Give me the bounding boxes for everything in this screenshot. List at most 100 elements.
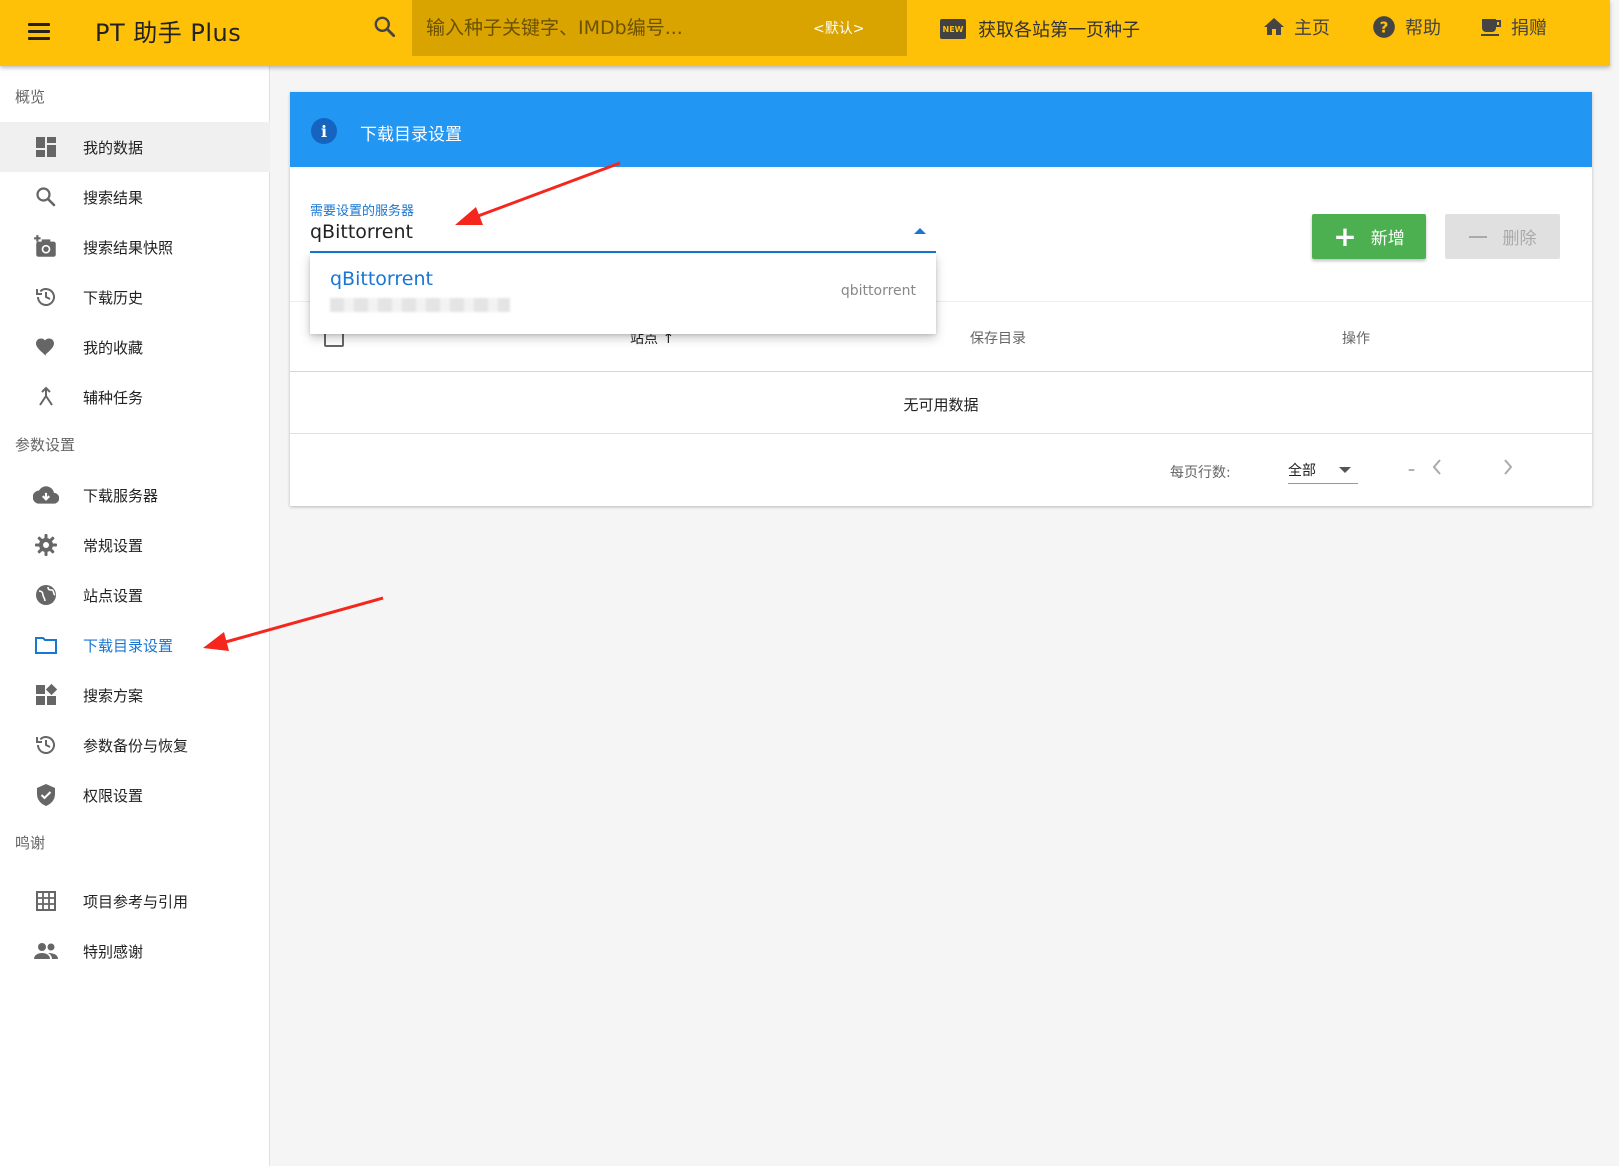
server-field-underline (310, 251, 936, 253)
section-header-settings: 参数设置 (15, 436, 76, 454)
history-icon (33, 284, 59, 310)
chevron-up-icon[interactable] (914, 228, 926, 234)
new-badge-icon: NEW (940, 19, 966, 39)
sidebar-item-label: 搜索结果 (83, 188, 144, 207)
help-icon: ? (1373, 16, 1395, 38)
globe-icon (33, 582, 59, 608)
search-icon (33, 184, 59, 210)
help-link[interactable]: ? 帮助 (1371, 12, 1441, 42)
folder-icon (33, 632, 59, 658)
chevron-left-icon (1432, 459, 1441, 475)
sidebar-item-label: 下载目录设置 (83, 636, 174, 655)
merge-icon (33, 384, 59, 410)
sidebar-item-label: 我的收藏 (83, 338, 144, 357)
sidebar-item-my-data[interactable]: 我的数据 (0, 122, 270, 172)
sidebar-item-label: 搜索方案 (83, 686, 144, 705)
sidebar-item-backup-restore[interactable]: 参数备份与恢复 (0, 720, 270, 770)
minus-icon (1468, 235, 1487, 238)
coffee-icon (1481, 19, 1501, 36)
rows-per-page-value: 全部 (1288, 463, 1316, 479)
sidebar-item-label: 我的数据 (83, 138, 144, 157)
sidebar-item-label: 权限设置 (83, 786, 144, 805)
sidebar-item-general-settings[interactable]: 常规设置 (0, 520, 270, 570)
prev-page-button[interactable] (1422, 452, 1452, 482)
divider (290, 371, 1592, 372)
rows-per-page-select[interactable]: 全部 (1288, 454, 1358, 484)
server-field-label: 需要设置的服务器 (310, 204, 415, 219)
empty-table-message: 无可用数据 (903, 396, 979, 414)
add-button[interactable]: + 新增 (1312, 214, 1426, 259)
sidebar-item-references[interactable]: 项目参考与引用 (0, 876, 270, 926)
add-photo-icon (33, 234, 59, 260)
add-button-label: 新增 (1370, 229, 1405, 249)
cloud-download-icon (33, 482, 59, 508)
sidebar-item-search-snapshot[interactable]: 搜索结果快照 (0, 222, 270, 272)
section-header-overview: 概览 (15, 88, 46, 106)
sidebar-item-label: 项目参考与引用 (83, 892, 189, 911)
dropdown-item-name: qBittorrent (330, 268, 433, 290)
gear-icon (33, 532, 59, 558)
column-header-actions: 操作 (1342, 331, 1370, 347)
heart-icon (33, 334, 59, 360)
dropdown-item-address-redacted (330, 298, 510, 312)
dropdown-item-type: qbittorrent (840, 283, 916, 299)
fetch-first-page-label: 获取各站第一页种子 (978, 20, 1140, 41)
help-label: 帮助 (1405, 18, 1441, 39)
plus-icon: + (1333, 219, 1357, 253)
chevron-right-icon (1504, 459, 1513, 475)
widgets-icon (33, 682, 59, 708)
sidebar-item-label: 下载历史 (83, 288, 144, 307)
donate-label: 捐赠 (1511, 18, 1547, 39)
fetch-first-page-button[interactable]: NEW 获取各站第一页种子 (940, 14, 1140, 44)
server-dropdown-item[interactable]: qBittorrent qbittorrent (310, 254, 936, 334)
delete-button[interactable]: 删除 (1445, 214, 1560, 259)
page-range: – (1408, 462, 1415, 478)
sidebar-item-download-history[interactable]: 下载历史 (0, 272, 270, 322)
donate-link[interactable]: 捐赠 (1479, 12, 1547, 42)
sidebar-item-search-results[interactable]: 搜索结果 (0, 172, 270, 222)
dashboard-icon (33, 134, 59, 160)
sidebar-item-label: 特别感谢 (83, 942, 144, 961)
sidebar-item-label: 辅种任务 (83, 388, 144, 407)
search-scheme[interactable]: <默认> (813, 18, 864, 38)
home-icon (1264, 18, 1284, 35)
sidebar-item-download-paths[interactable]: 下载目录设置 (0, 620, 270, 670)
app-title: PT 助手 Plus (95, 19, 242, 47)
home-link[interactable]: 主页 (1262, 12, 1330, 42)
column-header-save-dir: 保存目录 (970, 331, 1026, 347)
sidebar-item-label: 参数备份与恢复 (83, 736, 189, 755)
sidebar-item-site-settings[interactable]: 站点设置 (0, 570, 270, 620)
card-title: 下载目录设置 (360, 125, 462, 145)
server-select[interactable]: qBittorrent (310, 221, 413, 243)
chevron-down-icon (1339, 467, 1351, 473)
home-label: 主页 (1294, 18, 1330, 39)
sidebar: 概览 我的数据 搜索结果 搜索结果快照 下载历史 我的收藏 辅种任务 参数设置 … (0, 66, 270, 1166)
sidebar-item-download-servers[interactable]: 下载服务器 (0, 470, 270, 520)
search-icon[interactable] (372, 14, 398, 40)
card-header: i 下载目录设置 (290, 92, 1592, 167)
svg-text:?: ? (1380, 18, 1389, 36)
people-icon (33, 938, 59, 964)
menu-icon[interactable] (26, 16, 54, 44)
app-toolbar: PT 助手 Plus <默认> NEW 获取各站第一页种子 主页 ? 帮助 捐赠 (0, 0, 1610, 66)
sidebar-item-label: 站点设置 (83, 586, 144, 605)
next-page-button[interactable] (1493, 452, 1523, 482)
sidebar-item-label: 常规设置 (83, 536, 144, 555)
table-icon (33, 888, 59, 914)
restore-icon (33, 732, 59, 758)
sidebar-item-special-thanks[interactable]: 特别感谢 (0, 926, 270, 976)
delete-button-label: 删除 (1502, 229, 1537, 249)
sidebar-item-label: 下载服务器 (83, 486, 159, 505)
rows-per-page-label: 每页行数: (1170, 465, 1231, 481)
section-header-thanks: 鸣谢 (15, 834, 46, 852)
divider (290, 433, 1592, 434)
search-box: <默认> (412, 0, 907, 56)
search-input[interactable] (426, 0, 796, 56)
shield-check-icon (33, 782, 59, 808)
info-icon: i (311, 118, 337, 144)
sidebar-item-permissions[interactable]: 权限设置 (0, 770, 270, 820)
sidebar-item-reseed-tasks[interactable]: 辅种任务 (0, 372, 270, 422)
sidebar-item-label: 搜索结果快照 (83, 238, 174, 257)
sidebar-item-search-schemes[interactable]: 搜索方案 (0, 670, 270, 720)
sidebar-item-favorites[interactable]: 我的收藏 (0, 322, 270, 372)
